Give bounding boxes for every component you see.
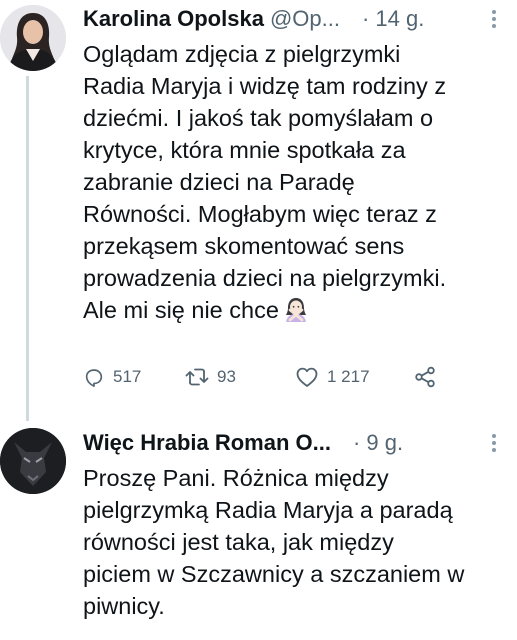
thread-line xyxy=(26,76,29,421)
tweet-text-line: dziećmi. I jakoś tak pomyślałam o xyxy=(83,105,434,131)
tweet-text-line: krytyce, która mnie spotkała za xyxy=(83,137,406,163)
author-handle[interactable]: @Op... xyxy=(270,6,340,32)
tweet-text-line: przekąsem skomentować sens xyxy=(83,233,405,259)
author-name[interactable]: Karolina Opolska xyxy=(83,6,264,32)
timestamp[interactable]: · 9 g. xyxy=(353,430,403,456)
tweet-text-line: piwnicy. xyxy=(83,593,165,619)
tweet-actions: 517 93 1 217 xyxy=(83,362,437,392)
tweet[interactable]: Więc Hrabia Roman O... · 9 g. Proszę Pan… xyxy=(0,420,517,640)
heart-icon xyxy=(296,367,318,387)
share-button[interactable] xyxy=(413,365,437,389)
tweet-header: Więc Hrabia Roman O... · 9 g. xyxy=(83,430,509,460)
retweet-count: 93 xyxy=(217,367,236,386)
tweet-text-line: Oglądam zdjęcia z pielgrzymki xyxy=(83,41,401,67)
avatar[interactable] xyxy=(0,428,66,494)
tweet-text-line: prowadzenia dzieci na pielgrzymki. xyxy=(83,265,447,291)
tweet-text-line: zabranie dzieci na Paradę xyxy=(83,169,355,195)
tweet-text-line: piciem w Szczawnicy a szczaniem w xyxy=(83,561,465,587)
tweet-text-line: Proszę Pani. Różnica między xyxy=(83,465,389,491)
like-button[interactable]: 1 217 xyxy=(295,366,413,388)
tweet-text-line: Radia Maryja i widzę tam rodziny z xyxy=(83,73,447,99)
tweet-text-line: Ale mi się nie chce xyxy=(83,297,279,323)
more-options-icon[interactable] xyxy=(485,6,503,32)
tweet-text-line: pielgrzymką Radia Maryja a paradą xyxy=(83,497,453,523)
tweet[interactable]: Karolina Opolska @Op... · 14 g. Oglądam … xyxy=(0,0,517,421)
tweet-text: Oglądam zdjęcia z pielgrzymki Radia Mary… xyxy=(83,38,507,330)
tweet-text-line: równości jest taka, jak między xyxy=(83,529,394,555)
author-name[interactable]: Więc Hrabia Roman O... xyxy=(83,430,331,456)
more-options-icon[interactable] xyxy=(485,430,503,456)
reply-button[interactable]: 517 xyxy=(83,366,185,388)
tweet-text: Proszę Pani. Różnica między pielgrzymką … xyxy=(83,462,507,622)
avatar[interactable] xyxy=(0,5,66,71)
reply-icon xyxy=(85,369,103,387)
retweet-button[interactable]: 93 xyxy=(185,366,295,388)
timestamp[interactable]: · 14 g. xyxy=(362,6,424,32)
woman-gesturing-no-icon xyxy=(283,296,309,330)
tweet-text-last-line: Ale mi się nie chce xyxy=(83,294,507,330)
retweet-icon xyxy=(185,368,209,386)
tweet-text-line: Równości. Mogłabym więc teraz z xyxy=(83,201,437,227)
reply-count: 517 xyxy=(113,367,142,386)
like-count: 1 217 xyxy=(327,367,370,386)
share-icon xyxy=(415,366,435,388)
tweet-header: Karolina Opolska @Op... · 14 g. xyxy=(83,6,509,36)
